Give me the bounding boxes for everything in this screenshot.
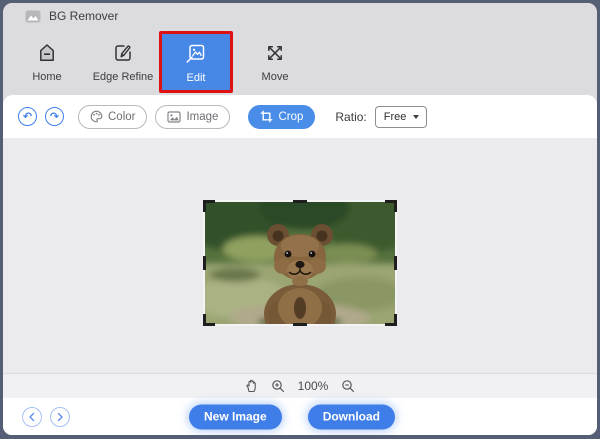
- caret-down-icon: [412, 114, 419, 119]
- crop-icon: [260, 110, 273, 123]
- editor-panel: ↶ ↷ Color Image Crop Ratio: Free 100% Ne…: [3, 95, 597, 435]
- crop-handle-top-left[interactable]: [203, 200, 215, 212]
- undo-icon: ↶: [22, 110, 33, 123]
- zoom-in-button[interactable]: [271, 379, 285, 393]
- crop-handle-bottom-right[interactable]: [385, 314, 397, 326]
- download-button[interactable]: Download: [307, 404, 396, 429]
- new-image-button[interactable]: New Image: [188, 404, 282, 429]
- color-button-label: Color: [108, 110, 136, 123]
- nav-label-edit: Edit: [186, 71, 206, 84]
- zoom-in-icon: [271, 380, 284, 392]
- nav-item-edge-refine[interactable]: Edge Refine: [83, 31, 163, 93]
- move-icon: [264, 42, 286, 64]
- canvas-image[interactable]: [203, 200, 397, 326]
- zoom-level-value: 100%: [297, 379, 329, 393]
- ratio-dropdown[interactable]: Free: [374, 105, 427, 128]
- zoom-out-icon: [342, 380, 355, 392]
- undo-button[interactable]: ↶: [18, 107, 37, 126]
- crop-handle-bottom-left[interactable]: [203, 314, 215, 326]
- nav-item-home[interactable]: Home: [15, 31, 79, 93]
- nav-label-home: Home: [32, 70, 62, 83]
- color-button[interactable]: Color: [78, 104, 148, 129]
- canvas-area: [3, 138, 597, 373]
- image-icon: [167, 110, 182, 123]
- hand-icon: [246, 379, 256, 393]
- crop-button[interactable]: Crop: [248, 104, 316, 129]
- image-button[interactable]: Image: [155, 104, 231, 129]
- app-logo-icon: [25, 10, 41, 23]
- crop-button-label: Crop: [278, 110, 304, 123]
- redo-icon: ↷: [49, 110, 60, 123]
- main-nav: Home Edge Refine Edit Move: [3, 29, 597, 95]
- nav-item-edit-active[interactable]: Edit: [159, 31, 233, 93]
- quokka-photo: [203, 200, 397, 326]
- redo-button[interactable]: ↷: [45, 107, 64, 126]
- nav-label-move: Move: [261, 70, 289, 83]
- zoom-out-button[interactable]: [341, 379, 355, 393]
- title-bar: BG Remover: [3, 3, 597, 29]
- nav-label-edge-refine: Edge Refine: [92, 70, 154, 83]
- nav-item-move[interactable]: Move: [243, 31, 307, 93]
- zoom-controls: 100%: [3, 373, 597, 398]
- crop-handle-top-right[interactable]: [385, 200, 397, 212]
- crop-handle-mid-right[interactable]: [394, 256, 397, 270]
- edge-refine-icon: [112, 42, 134, 64]
- edit-toolbar: ↶ ↷ Color Image Crop Ratio: Free: [3, 95, 597, 138]
- edit-icon: [184, 41, 208, 65]
- hand-tool-button[interactable]: [245, 379, 258, 393]
- palette-icon: [90, 110, 103, 123]
- crop-handle-mid-bottom[interactable]: [293, 323, 307, 326]
- footer-bar: New Image Download: [3, 398, 597, 435]
- app-window: BG Remover Home Edge Refine Edit Move ↶ …: [3, 3, 597, 435]
- image-button-label: Image: [186, 110, 219, 123]
- crop-handle-mid-top[interactable]: [293, 200, 307, 203]
- home-icon: [36, 42, 58, 64]
- crop-handle-mid-left[interactable]: [203, 256, 206, 270]
- ratio-value: Free: [383, 110, 407, 123]
- ratio-label: Ratio:: [335, 109, 367, 124]
- app-title: BG Remover: [49, 9, 119, 23]
- footer-actions: New Image Download: [3, 404, 581, 429]
